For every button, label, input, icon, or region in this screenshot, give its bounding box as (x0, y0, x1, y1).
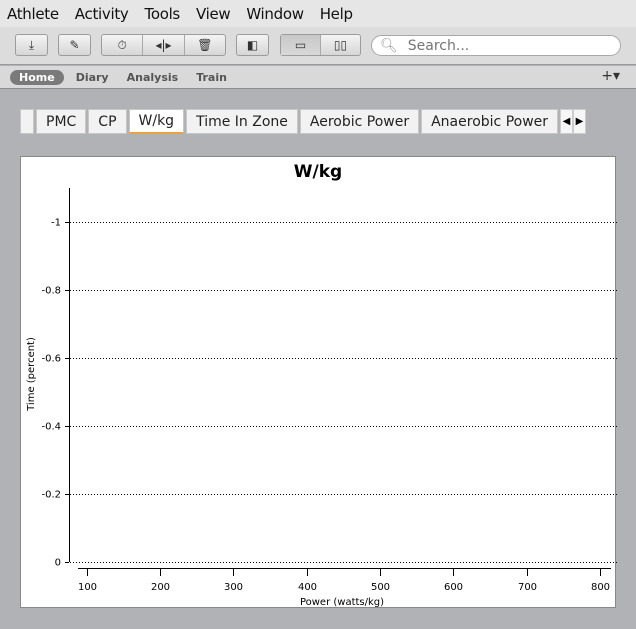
view-bar: Home Diary Analysis Train +▾ (0, 66, 636, 89)
wkg-chart: W/kg Time (percent) Power (watts/kg) -1 -… (26, 162, 617, 608)
tab-time-in-zone[interactable]: Time In Zone (186, 109, 298, 134)
menu-athlete[interactable]: Athlete (7, 5, 59, 23)
tab-wkg[interactable]: W/kg (128, 109, 185, 134)
chart-panel: W/kg Time (percent) Power (watts/kg) -1 -… (20, 156, 617, 608)
view-home[interactable]: Home (10, 69, 64, 85)
chart-title: W/kg (294, 162, 342, 182)
search-input[interactable] (407, 37, 608, 54)
sidebar-icon: ◧ (246, 38, 259, 52)
tab-pmc[interactable]: PMC (36, 109, 87, 134)
search-icon: 🔍︎ (380, 37, 398, 54)
tab-scroll-left-icon[interactable]: ◀ (560, 109, 574, 134)
tab-anaerobic-power[interactable]: Anaerobic Power (421, 109, 559, 134)
chart-tabs: PMC CP W/kg Time In Zone Aerobic Power A… (20, 109, 587, 135)
stopwatch-icon: ⏱ (117, 37, 127, 52)
menu-activity[interactable]: Activity (75, 5, 129, 23)
menu-view[interactable]: View (196, 5, 231, 23)
y-axis-label: Time (percent) (26, 337, 37, 412)
trash-icon: 🗑 (197, 38, 213, 52)
menu-window[interactable]: Window (246, 5, 304, 23)
x-tick-label: 600 (444, 582, 463, 593)
y-tick-label: -0.2 (41, 490, 61, 501)
layout-button-group: ▭ ▯▯ (280, 34, 361, 56)
x-tick-label: 400 (298, 582, 317, 593)
download-button[interactable]: ⤓ (15, 34, 48, 56)
x-axis-label: Power (watts/kg) (300, 597, 384, 608)
split-icon: ◂|▸ (155, 38, 172, 52)
x-tick-label: 800 (591, 582, 610, 593)
view-train[interactable]: Train (196, 71, 227, 84)
y-tick-label: -0.4 (41, 422, 61, 433)
tab-scroll-right-icon[interactable]: ▶ (573, 109, 587, 134)
y-tick-label: -0.8 (41, 286, 61, 297)
x-tick-label: 200 (151, 582, 170, 593)
download-icon: ⤓ (28, 37, 35, 52)
tiled-layout-button[interactable]: ▯▯ (321, 35, 360, 55)
stopwatch-button[interactable]: ⏱ (102, 35, 144, 55)
view-diary[interactable]: Diary (76, 71, 109, 84)
y-tick-label: -1 (51, 218, 61, 229)
tabbed-layout-button[interactable]: ▭ (281, 35, 321, 55)
y-tick-label: 0 (55, 558, 61, 569)
x-tick-label: 500 (371, 582, 390, 593)
edit-icon: ✎ (69, 38, 80, 52)
toolbar: ⤓ ✎ ⏱ ◂|▸ 🗑 ◧ ▭ ▯▯ 🔍︎ (0, 27, 636, 65)
split-button[interactable]: ◂|▸ (143, 35, 185, 55)
tile-layout-icon: ▯▯ (333, 38, 348, 52)
x-tick-label: 100 (78, 582, 97, 593)
view-analysis[interactable]: Analysis (127, 71, 179, 84)
x-tick-label: 300 (224, 582, 243, 593)
edit-button[interactable]: ✎ (58, 34, 91, 56)
x-tick-label: 700 (518, 582, 537, 593)
activity-button-group: ⏱ ◂|▸ 🗑 (101, 34, 226, 56)
tab-aerobic-power[interactable]: Aerobic Power (299, 109, 420, 134)
delete-button[interactable]: 🗑 (185, 35, 225, 55)
search-box[interactable]: 🔍︎ (371, 35, 621, 56)
add-chart-button[interactable]: +▾ (601, 68, 620, 84)
tab-layout-icon: ▭ (294, 38, 307, 52)
menu-tools[interactable]: Tools (145, 5, 181, 23)
sidebar-toggle-button[interactable]: ◧ (236, 34, 269, 56)
menu-bar: Athlete Activity Tools View Window Help (0, 0, 636, 27)
y-tick-label: -0.6 (41, 354, 61, 365)
tab-scroll-stub (20, 109, 34, 134)
tab-cp[interactable]: CP (88, 109, 127, 134)
menu-help[interactable]: Help (320, 5, 353, 23)
